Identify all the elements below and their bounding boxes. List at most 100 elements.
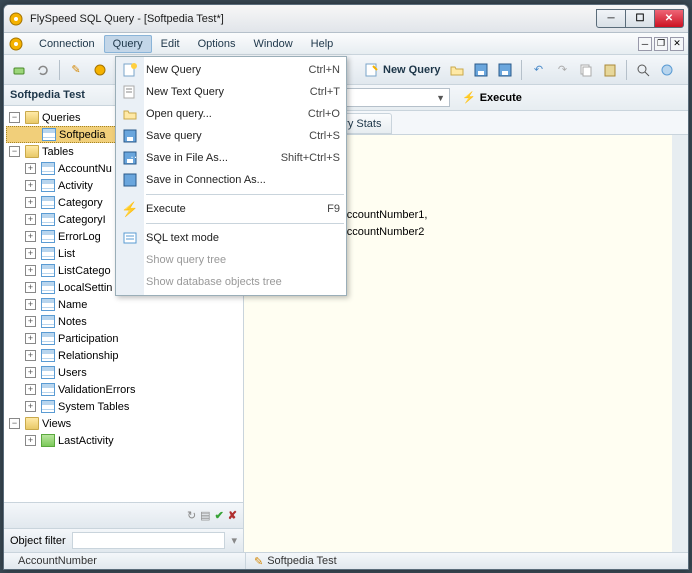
folder-icon — [25, 111, 39, 124]
status-left: AccountNumber — [18, 555, 97, 567]
menu-item-save-query[interactable]: Save queryCtrl+S — [116, 125, 346, 147]
menu-item-new-query[interactable]: New QueryCtrl+N — [116, 59, 346, 81]
table-icon — [41, 196, 55, 209]
saveas-icon: … — [120, 149, 140, 167]
blank-icon — [120, 273, 140, 291]
table-icon — [41, 349, 55, 362]
redo-icon[interactable]: ↷ — [551, 59, 573, 81]
expand-icon[interactable]: + — [25, 248, 36, 259]
mdi-close-button[interactable]: ✕ — [670, 37, 684, 51]
table-icon — [42, 128, 56, 141]
gear-icon — [8, 36, 24, 52]
menu-connection[interactable]: Connection — [30, 35, 104, 53]
app-icon — [8, 11, 24, 27]
menu-item-save-in-connection-as-[interactable]: Save in Connection As... — [116, 169, 346, 191]
expand-icon[interactable]: + — [25, 163, 36, 174]
tree-table-item[interactable]: +Users — [6, 364, 241, 381]
connect-icon[interactable] — [8, 59, 30, 81]
sqlmode-icon — [120, 229, 140, 247]
table-icon — [41, 162, 55, 175]
menu-item-execute[interactable]: ⚡ExecuteF9 — [116, 198, 346, 220]
cancel-icon[interactable]: ✘ — [228, 509, 237, 522]
expand-icon[interactable]: + — [25, 384, 36, 395]
status-right: Softpedia Test — [267, 555, 337, 567]
object-filter-input[interactable] — [72, 532, 226, 549]
saveas-icon[interactable] — [494, 59, 516, 81]
object-filter-row: Object filter ▾ — [4, 528, 243, 552]
expand-icon[interactable]: + — [25, 367, 36, 378]
filter-view-icon[interactable]: ▤ — [200, 509, 210, 522]
new-query-button[interactable]: New Query — [360, 62, 444, 78]
tree-table-item[interactable]: +Participation — [6, 330, 241, 347]
expand-icon[interactable]: + — [25, 316, 36, 327]
folder-icon — [25, 145, 39, 158]
undo-icon[interactable]: ↶ — [527, 59, 549, 81]
blank-icon — [120, 251, 140, 269]
close-button[interactable]: ✕ — [654, 9, 684, 28]
titlebar[interactable]: FlySpeed SQL Query - [Softpedia Test*] ─… — [4, 5, 688, 33]
paste-icon[interactable] — [599, 59, 621, 81]
expand-icon[interactable]: + — [25, 180, 36, 191]
apply-icon[interactable]: ✔ — [215, 509, 224, 522]
menu-item-new-text-query[interactable]: New Text QueryCtrl+T — [116, 81, 346, 103]
tree-table-item[interactable]: +Relationship — [6, 347, 241, 364]
open-icon — [120, 105, 140, 123]
save-icon[interactable] — [470, 59, 492, 81]
execute-button[interactable]: ⚡ Execute — [456, 89, 528, 106]
expand-icon[interactable]: + — [25, 282, 36, 293]
menu-edit[interactable]: Edit — [152, 35, 189, 53]
table-icon — [41, 332, 55, 345]
find-icon[interactable] — [632, 59, 654, 81]
menu-item-show-database-objects-tree: Show database objects tree — [116, 271, 346, 293]
expand-icon[interactable]: − — [9, 112, 20, 123]
settings-icon[interactable] — [656, 59, 678, 81]
expand-icon[interactable]: + — [25, 265, 36, 276]
folder-icon — [25, 417, 39, 430]
expand-icon[interactable]: − — [9, 146, 20, 157]
saveconn-icon — [120, 171, 140, 189]
expand-icon[interactable]: − — [9, 418, 20, 429]
menubar: ConnectionQueryEditOptionsWindowHelp ─ ❐… — [4, 33, 688, 55]
expand-icon[interactable]: + — [25, 299, 36, 310]
minimize-button[interactable]: ─ — [596, 9, 626, 28]
menu-query[interactable]: Query — [104, 35, 152, 53]
menu-item-save-in-file-as-[interactable]: …Save in File As...Shift+Ctrl+S — [116, 147, 346, 169]
expand-icon[interactable]: + — [25, 435, 36, 446]
gear-tb-icon[interactable] — [89, 59, 111, 81]
expand-icon[interactable]: + — [25, 197, 36, 208]
refresh-icon[interactable] — [32, 59, 54, 81]
menu-options[interactable]: Options — [189, 35, 245, 53]
mdi-minimize-button[interactable]: ─ — [638, 37, 652, 51]
sidebar-tools: ↻ ▤ ✔ ✘ — [4, 502, 243, 528]
open-icon[interactable] — [446, 59, 468, 81]
tree-table-item[interactable]: +Notes — [6, 313, 241, 330]
expand-icon[interactable]: + — [25, 333, 36, 344]
tree-table-item[interactable]: +Name — [6, 296, 241, 313]
table-icon — [41, 230, 55, 243]
expand-icon[interactable]: + — [25, 214, 36, 225]
menu-help[interactable]: Help — [302, 35, 343, 53]
tree-view-item[interactable]: +LastActivity — [6, 432, 241, 449]
expand-icon[interactable]: + — [25, 231, 36, 242]
menu-window[interactable]: Window — [245, 35, 302, 53]
table-icon — [41, 247, 55, 260]
edit-icon[interactable]: ✎ — [65, 59, 87, 81]
tree-table-item[interactable]: +ValidationErrors — [6, 381, 241, 398]
window-title: FlySpeed SQL Query - [Softpedia Test*] — [30, 13, 597, 25]
menu-item-open-query-[interactable]: Open query...Ctrl+O — [116, 103, 346, 125]
chevron-down-icon[interactable]: ▾ — [231, 534, 237, 547]
object-filter-label: Object filter — [10, 535, 66, 547]
tree-table-item[interactable]: +System Tables — [6, 398, 241, 415]
mdi-restore-button[interactable]: ❐ — [654, 37, 668, 51]
svg-text:…: … — [130, 150, 138, 161]
copy-icon[interactable] — [575, 59, 597, 81]
expand-icon[interactable]: + — [25, 401, 36, 412]
expand-icon[interactable]: + — [25, 350, 36, 361]
reload-icon[interactable]: ↻ — [187, 509, 196, 522]
table-icon — [41, 213, 55, 226]
menu-item-sql-text-mode[interactable]: SQL text mode — [116, 227, 346, 249]
maximize-button[interactable]: ☐ — [625, 9, 655, 28]
table-icon — [41, 315, 55, 328]
pencil-icon: ✎ — [254, 555, 263, 568]
tree-views[interactable]: −Views — [6, 415, 241, 432]
